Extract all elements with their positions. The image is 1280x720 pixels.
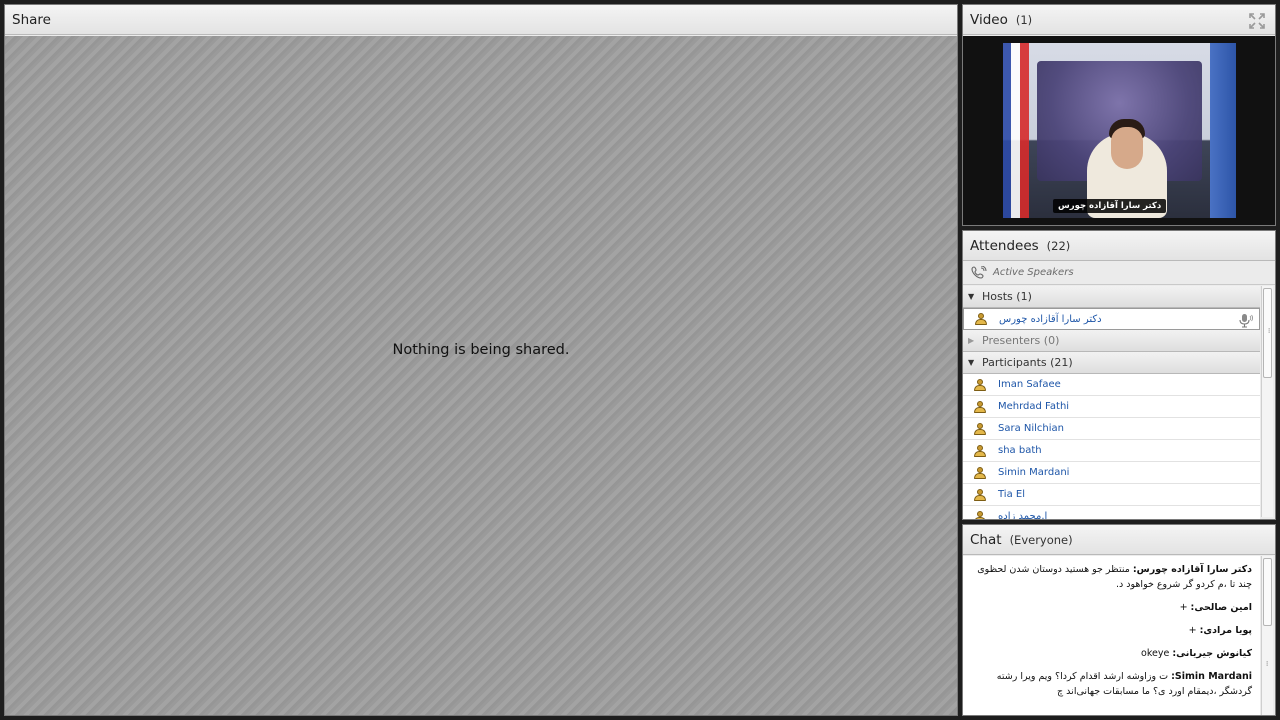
active-speakers-label: Active Speakers [993, 267, 1074, 278]
participant-row[interactable]: Tia El [963, 484, 1260, 506]
participant-row[interactable]: Mehrdad Fathi [963, 396, 1260, 418]
participant-name: Tia El [998, 489, 1025, 500]
attendee-list: ▼ Hosts (1) دکتر سارا آقازاده چورس ▶ Pre… [963, 286, 1260, 519]
video-name-caption: دکتر سارا آقازاده چورس [1053, 199, 1167, 213]
microphone-icon [1239, 314, 1253, 328]
attendees-pod: Attendees (22) Active Speakers ▼ Hosts (… [962, 230, 1276, 520]
chat-pod-header: Chat (Everyone) [963, 525, 1275, 555]
chat-message: پویا مرادی: + [971, 623, 1252, 638]
host-name: دکتر سارا آقازاده چورس [999, 313, 1102, 325]
chat-message: امین صالحی: + [971, 600, 1252, 615]
nothing-shared-message: Nothing is being shared. [392, 342, 570, 358]
person-icon [973, 488, 987, 502]
chat-pod: Chat (Everyone) دکتر سارا آقازاده چورس: … [962, 524, 1276, 716]
phone-icon [971, 265, 987, 279]
attendee-scroll-thumb[interactable]: ⁞ [1263, 288, 1272, 378]
person-icon [973, 444, 987, 458]
hosts-label: Hosts (1) [982, 290, 1032, 303]
attendees-count: (22) [1046, 238, 1071, 253]
person-icon [973, 466, 987, 480]
person-icon [973, 422, 987, 436]
chat-scroll-grip: ⁞ [1266, 660, 1269, 668]
person-icon [973, 510, 987, 519]
video-pod: Video (1) دکتر سارا آقازاده چورس [962, 4, 1276, 226]
host-row[interactable]: دکتر سارا آقازاده چورس [963, 308, 1260, 330]
share-pod: Share Nothing is being shared. [4, 4, 958, 716]
flag-left [1003, 43, 1029, 218]
attendee-scrollbar[interactable]: ⁞ [1261, 286, 1273, 517]
participant-name: Iman Safaee [998, 379, 1061, 390]
video-pod-header: Video (1) [963, 5, 1275, 35]
chat-scroll-thumb[interactable] [1263, 558, 1272, 626]
video-area: دکتر سارا آقازاده چورس [963, 36, 1275, 225]
chat-message: دکتر سارا آقازاده چورس: منتظر جو هستید د… [971, 562, 1252, 592]
chat-scrollbar[interactable]: ⁞ [1261, 556, 1273, 715]
participant-row[interactable]: ا.محمد زاده [963, 506, 1260, 519]
expanded-triangle-icon: ▼ [968, 292, 975, 301]
participant-row[interactable]: Iman Safaee [963, 374, 1260, 396]
participant-name: Simin Mardani [998, 467, 1070, 478]
host-person-icon [974, 312, 988, 326]
attendees-pod-header: Attendees (22) [963, 231, 1275, 261]
chat-sender: دکتر سارا آقازاده چورس: [1132, 564, 1252, 575]
share-pod-title: Share [12, 11, 51, 28]
person-icon [973, 400, 987, 414]
chat-sender: Simin Mardani: [1171, 671, 1252, 682]
webcam-feed: دکتر سارا آقازاده چورس [1003, 43, 1236, 218]
chat-messages: دکتر سارا آقازاده چورس: منتظر جو هستید د… [963, 556, 1260, 715]
participant-row[interactable]: sha bath [963, 440, 1260, 462]
hosts-group-header[interactable]: ▼ Hosts (1) [963, 286, 1260, 308]
participant-row[interactable]: Sara Nilchian [963, 418, 1260, 440]
participants-group-header[interactable]: ▼ Participants (21) [963, 352, 1260, 374]
chat-pod-title: Chat [970, 531, 1002, 548]
participant-name: Mehrdad Fathi [998, 401, 1070, 412]
video-count: (1) [1015, 12, 1033, 27]
chat-message: کیانوش جیریانی: okeye [971, 646, 1252, 661]
chat-sender: کیانوش جیریانی: [1172, 648, 1252, 659]
presenters-label: Presenters (0) [982, 334, 1060, 347]
participant-row[interactable]: Simin Mardani [963, 462, 1260, 484]
participant-name: Sara Nilchian [998, 423, 1065, 434]
chat-text: + [1179, 602, 1191, 613]
chat-sender: امین صالحی: [1190, 602, 1252, 613]
chat-text: + [1188, 625, 1200, 636]
share-stage: Nothing is being shared. [5, 36, 957, 715]
participants-label: Participants (21) [982, 356, 1073, 369]
collapsed-triangle-icon: ▶ [968, 336, 975, 345]
participant-name: ا.محمد زاده [998, 511, 1048, 519]
expanded-triangle-icon: ▼ [968, 358, 975, 367]
chat-text: okeye [1141, 648, 1173, 659]
active-speakers-bar: Active Speakers [963, 261, 1275, 285]
chat-sender: پویا مرادی: [1199, 625, 1252, 636]
attendees-pod-title: Attendees [970, 237, 1039, 254]
video-pod-title: Video [970, 11, 1008, 28]
fullscreen-icon[interactable] [1249, 13, 1265, 29]
person-icon [973, 378, 987, 392]
participant-rows: Iman Safaee Mehrdad Fathi Sara Nilchian … [963, 374, 1260, 519]
share-pod-header: Share [5, 5, 957, 35]
chat-message: Simin Mardani: ت وزاوشه ارشد اقدام کردا؟… [971, 669, 1252, 699]
flag-right [1210, 43, 1236, 218]
participant-name: sha bath [998, 445, 1042, 456]
chat-scope[interactable]: (Everyone) [1010, 533, 1073, 547]
presenters-group-header[interactable]: ▶ Presenters (0) [963, 330, 1260, 352]
